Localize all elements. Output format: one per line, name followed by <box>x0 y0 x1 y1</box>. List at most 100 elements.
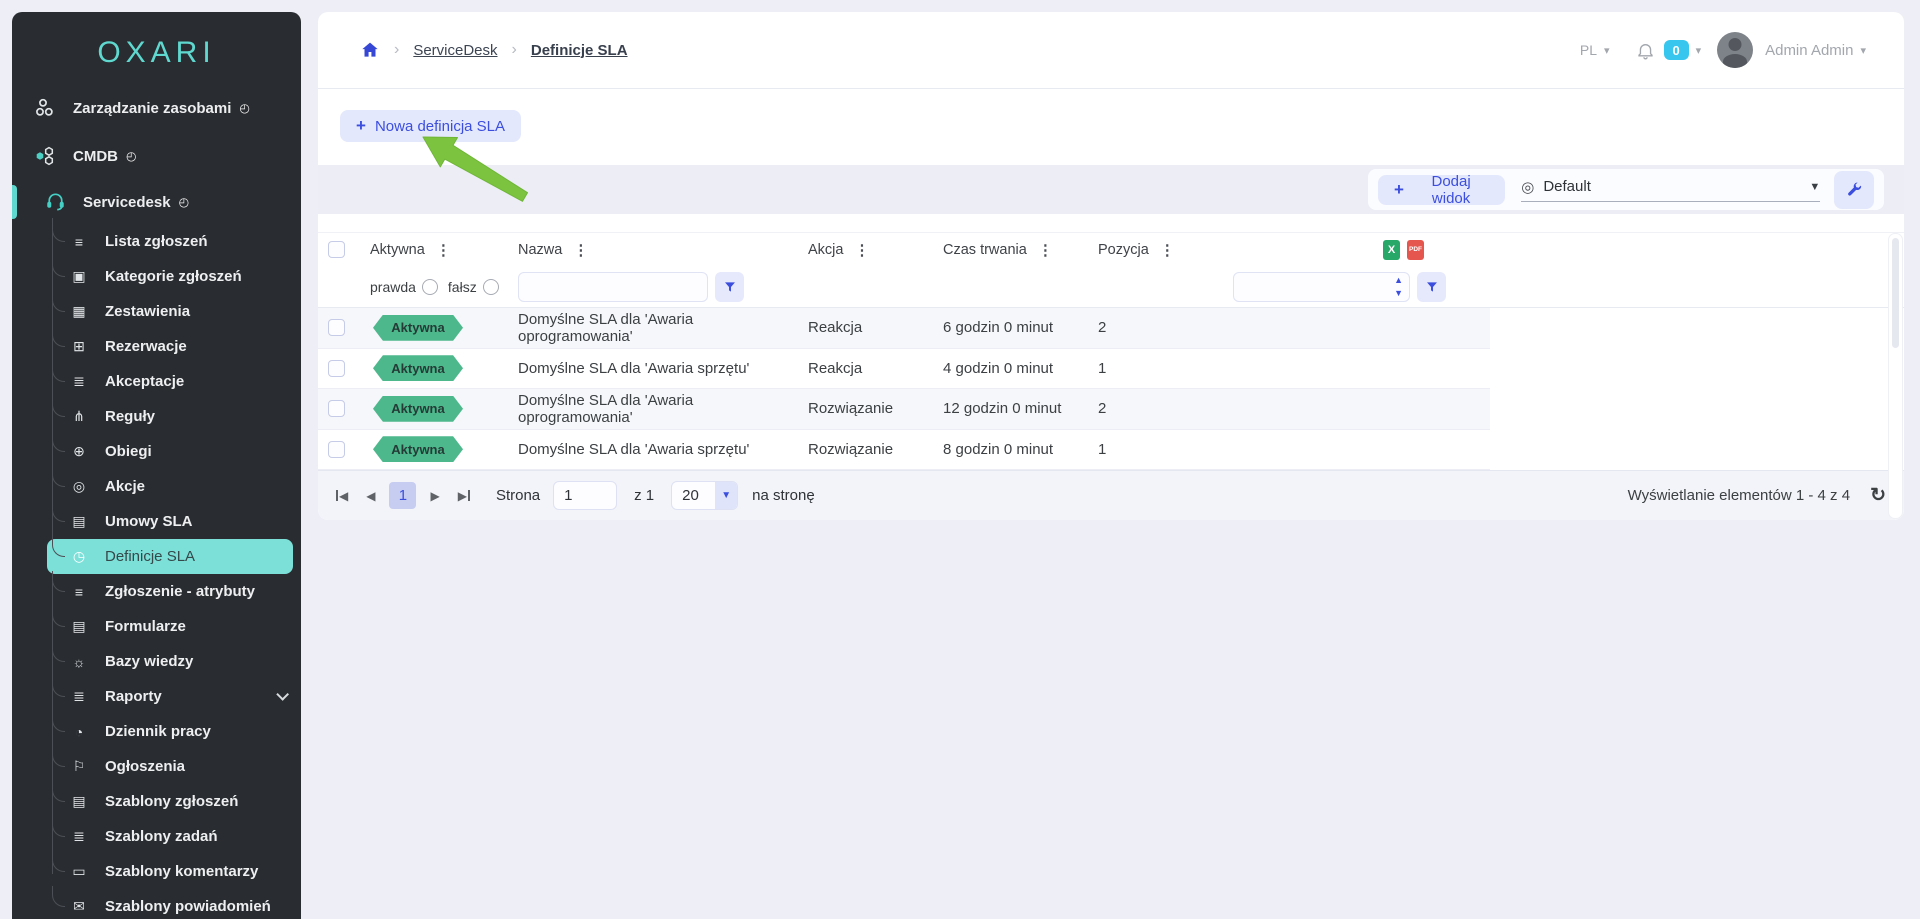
breadcrumb-servicedesk[interactable]: ServiceDesk <box>413 42 497 59</box>
column-menu-icon[interactable] <box>854 241 869 259</box>
bar <box>468 490 470 501</box>
plus-icon <box>356 116 366 136</box>
sidebar-item-label: Akceptacje <box>105 373 184 390</box>
cell-name: Domyślne SLA dla 'Awaria sprzętu' <box>518 441 808 458</box>
avatar[interactable] <box>1717 32 1753 68</box>
column-menu-icon[interactable] <box>1038 241 1053 259</box>
sidebar-item-zgloszenie-atrybuty[interactable]: ≡ Zgłoszenie - atrybuty <box>12 574 301 609</box>
table-row[interactable]: Aktywna Domyślne SLA dla 'Awaria sprzętu… <box>318 430 1490 471</box>
refresh-icon[interactable] <box>1870 484 1886 507</box>
tree-connector <box>52 361 65 382</box>
row-checkbox[interactable] <box>328 319 345 336</box>
chevron-down-icon[interactable] <box>1696 44 1702 57</box>
workflow-icon: ⊕ <box>68 443 90 460</box>
view-settings-button[interactable] <box>1834 171 1874 209</box>
column-header-akcja[interactable]: Akcja <box>808 242 843 258</box>
table-scrollbar[interactable] <box>1888 233 1903 519</box>
tree-connector <box>52 501 65 522</box>
sidebar-item-reguly[interactable]: ⋔ Reguły <box>12 399 301 434</box>
worklog-icon: ◔ <box>68 724 90 740</box>
position-filter-input[interactable] <box>1233 272 1410 302</box>
page-number-input[interactable] <box>553 481 617 510</box>
sidebar-item-akcje[interactable]: ◎ Akcje <box>12 469 301 504</box>
sidebar-item-szablony-zadan[interactable]: ≣ Szablony zadań <box>12 819 301 854</box>
sidebar-item-lista-zgloszen[interactable]: ≡ Lista zgłoszeń <box>12 224 301 259</box>
select-all-checkbox[interactable] <box>328 241 345 258</box>
page-number-button[interactable]: 1 <box>389 482 416 509</box>
tree-connector <box>52 256 65 277</box>
language-selector[interactable]: PL <box>1580 42 1597 58</box>
strona-label: Strona <box>496 487 540 504</box>
sidebar-section-zarzadzanie-zasobami[interactable]: Zarządzanie zasobami ◴ <box>12 84 301 132</box>
excel-export-icon[interactable] <box>1383 240 1400 260</box>
first-page-button[interactable] <box>336 489 348 503</box>
column-header-pozycja[interactable]: Pozycja <box>1098 242 1149 258</box>
sidebar-item-dziennik-pracy[interactable]: ◔ Dziennik pracy <box>12 714 301 749</box>
pdf-export-icon[interactable] <box>1407 240 1424 260</box>
row-checkbox[interactable] <box>328 441 345 458</box>
sidebar-item-umowy-sla[interactable]: ▤ Umowy SLA <box>12 504 301 539</box>
row-checkbox[interactable] <box>328 360 345 377</box>
sidebar-item-rezerwacje[interactable]: ⊞ Rezerwacje <box>12 329 301 364</box>
bar <box>336 490 338 501</box>
column-header-aktywna[interactable]: Aktywna <box>370 242 425 258</box>
name-filter-input[interactable] <box>518 272 708 302</box>
sidebar-item-kategorie-zgloszen[interactable]: ▣ Kategorie zgłoszeń <box>12 259 301 294</box>
sidebar-section-servicedesk[interactable]: Servicedesk ◴ <box>12 180 301 224</box>
sidebar-section-cmdb[interactable]: CMDB ◴ <box>12 132 301 180</box>
tree-connector <box>52 886 65 907</box>
row-checkbox[interactable] <box>328 400 345 417</box>
sidebar-item-szablony-komentarzy[interactable]: ▭ Szablony komentarzy <box>12 854 301 889</box>
add-view-button[interactable]: Dodaj widok <box>1378 175 1505 205</box>
sidebar-section-label: Zarządzanie zasobami <box>73 100 231 117</box>
column-header-czas-trwania[interactable]: Czas trwania <box>943 242 1027 258</box>
sidebar-item-label: Ogłoszenia <box>105 758 185 775</box>
user-menu[interactable]: Admin Admin <box>1765 42 1853 59</box>
column-menu-icon[interactable] <box>573 241 588 259</box>
notification-count-badge: 0 <box>1664 40 1689 60</box>
sidebar-item-szablony-zgloszen[interactable]: ▤ Szablony zgłoszeń <box>12 784 301 819</box>
table-row[interactable]: Aktywna Domyślne SLA dla 'Awaria sprzętu… <box>318 349 1490 390</box>
page-size-select[interactable]: 20 <box>671 481 738 510</box>
column-header-nazwa[interactable]: Nazwa <box>518 242 562 258</box>
view-toolbar-panel: Dodaj widok Default <box>1368 169 1884 210</box>
last-page-button[interactable] <box>458 489 470 503</box>
chevron-down-icon[interactable] <box>1604 44 1610 57</box>
sidebar-item-label: Szablony komentarzy <box>105 863 258 880</box>
sidebar-item-zestawienia[interactable]: ▦ Zestawienia <box>12 294 301 329</box>
scrollbar-thumb[interactable] <box>1892 238 1899 348</box>
chevron-down-icon[interactable] <box>1860 44 1866 57</box>
sidebar-item-bazy-wiedzy[interactable]: ☼ Bazy wiedzy <box>12 644 301 679</box>
next-page-button[interactable] <box>430 489 439 503</box>
sidebar-item-szablony-powiadomien[interactable]: ✉ Szablony powiadomień <box>12 889 301 919</box>
filter-false-radio[interactable] <box>483 279 499 295</box>
table-row[interactable]: Aktywna Domyślne SLA dla 'Awaria oprogra… <box>318 389 1490 430</box>
sidebar-item-label: Lista zgłoszeń <box>105 233 208 250</box>
cell-duration: 4 godzin 0 minut <box>943 360 1098 377</box>
position-filter-button[interactable] <box>1417 272 1446 302</box>
filter-true-radio[interactable] <box>422 279 438 295</box>
sidebar-item-akceptacje[interactable]: ≣ Akceptacje <box>12 364 301 399</box>
breadcrumb-separator <box>394 41 399 59</box>
column-menu-icon[interactable] <box>1160 241 1175 259</box>
home-icon[interactable] <box>360 40 380 60</box>
cell-duration: 12 godzin 0 minut <box>943 400 1098 417</box>
spinner-down-icon[interactable] <box>1394 287 1403 300</box>
sidebar-item-label: Bazy wiedzy <box>105 653 193 670</box>
sidebar-item-definicje-sla[interactable]: ◷ Definicje SLA <box>47 539 293 574</box>
previous-page-button[interactable] <box>366 489 375 503</box>
sidebar-item-obiegi[interactable]: ⊕ Obiegi <box>12 434 301 469</box>
view-selector[interactable]: Default <box>1521 178 1820 202</box>
spinner-up-icon[interactable] <box>1394 274 1403 287</box>
sidebar-item-ogloszenia[interactable]: ⚐ Ogłoszenia <box>12 749 301 784</box>
table-row[interactable]: Aktywna Domyślne SLA dla 'Awaria oprogra… <box>318 308 1490 349</box>
bell-icon[interactable] <box>1636 41 1655 60</box>
new-sla-definition-button[interactable]: Nowa definicja SLA <box>340 110 521 142</box>
breadcrumb-definicje-sla[interactable]: Definicje SLA <box>531 42 628 59</box>
sidebar-item-formularze[interactable]: ▤ Formularze <box>12 609 301 644</box>
sidebar-item-raporty[interactable]: ≣ Raporty <box>12 679 301 714</box>
dashboard-gauge-icon: ◴ <box>239 101 249 115</box>
number-spinner[interactable] <box>1394 274 1403 300</box>
column-menu-icon[interactable] <box>436 241 451 259</box>
name-filter-button[interactable] <box>715 272 744 302</box>
